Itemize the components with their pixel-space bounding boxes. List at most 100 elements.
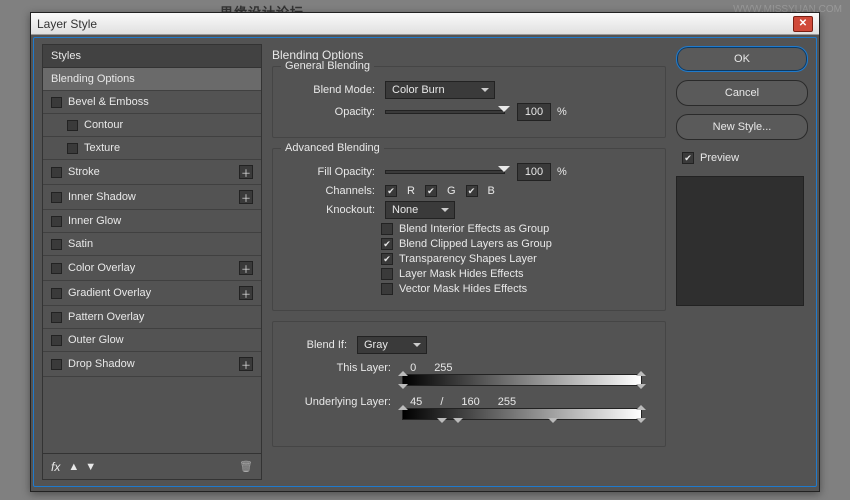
style-label: Drop Shadow — [68, 358, 135, 370]
blendif-label: Blend If: — [283, 339, 347, 351]
window-title: Layer Style — [37, 17, 97, 31]
underlying-layer-gradient[interactable] — [402, 408, 642, 420]
style-item-texture[interactable]: Texture — [43, 137, 261, 160]
fill-opacity-slider[interactable] — [385, 170, 505, 174]
style-item-drop-shadow[interactable]: Drop Shadow ＋ — [43, 352, 261, 377]
general-legend: General Blending — [281, 60, 374, 72]
style-checkbox[interactable] — [51, 167, 62, 178]
blend-mode-label: Blend Mode: — [283, 84, 375, 96]
titlebar[interactable]: Layer Style ✕ — [31, 13, 819, 35]
style-checkbox[interactable] — [67, 143, 78, 154]
fill-opacity-unit: % — [557, 166, 567, 178]
close-button[interactable]: ✕ — [793, 16, 813, 32]
option-label: Blend Clipped Layers as Group — [399, 238, 552, 250]
advanced-blending-group: Advanced Blending Fill Opacity: 100 % Ch… — [272, 148, 666, 311]
style-label: Bevel & Emboss — [68, 96, 149, 108]
style-checkbox[interactable] — [67, 120, 78, 131]
general-blending-group: General Blending Blend Mode: Color Burn … — [272, 66, 666, 138]
fill-opacity-label: Fill Opacity: — [283, 166, 375, 178]
preview-label: Preview — [700, 152, 739, 164]
style-item-inner-shadow[interactable]: Inner Shadow ＋ — [43, 185, 261, 210]
style-checkbox[interactable] — [51, 263, 62, 274]
underlying-layer-values: 45/160255 — [410, 396, 516, 408]
style-checkbox[interactable] — [51, 335, 62, 346]
add-effect-icon[interactable]: ＋ — [239, 261, 253, 275]
knockout-select[interactable]: None — [385, 201, 455, 219]
style-checkbox[interactable] — [51, 239, 62, 250]
underlying-layer-label: Underlying Layer: — [283, 396, 391, 408]
style-label: Outer Glow — [68, 334, 124, 346]
style-item-inner-glow[interactable]: Inner Glow — [43, 210, 261, 233]
opacity-unit: % — [557, 106, 567, 118]
style-checkbox[interactable] — [51, 288, 62, 299]
style-item-blending-options[interactable]: Blending Options — [43, 68, 261, 91]
add-effect-icon[interactable]: ＋ — [239, 190, 253, 204]
style-checkbox[interactable] — [51, 192, 62, 203]
fx-menu[interactable]: fx — [51, 460, 60, 474]
style-checkbox[interactable] — [51, 312, 62, 323]
styles-footer: fx ▲ ▼ 🗑 — [42, 454, 262, 480]
style-item-satin[interactable]: Satin — [43, 233, 261, 256]
move-up-icon[interactable]: ▲ — [68, 461, 79, 473]
add-effect-icon[interactable]: ＋ — [239, 357, 253, 371]
preview-swatch — [676, 176, 804, 306]
style-label: Satin — [68, 238, 93, 250]
advanced-legend: Advanced Blending — [281, 142, 384, 154]
fill-opacity-input[interactable]: 100 — [517, 163, 551, 181]
move-down-icon[interactable]: ▼ — [85, 461, 96, 473]
style-item-contour[interactable]: Contour — [43, 114, 261, 137]
style-checkbox[interactable] — [51, 216, 62, 227]
option-checkbox[interactable] — [381, 268, 393, 280]
trash-icon[interactable]: 🗑 — [239, 460, 253, 473]
style-item-bevel-emboss[interactable]: Bevel & Emboss — [43, 91, 261, 114]
blend-mode-select[interactable]: Color Burn — [385, 81, 495, 99]
this-layer-values: 0255 — [410, 362, 452, 374]
cancel-button[interactable]: Cancel — [676, 80, 808, 106]
knockout-label: Knockout: — [283, 204, 375, 216]
option-checkbox[interactable] — [381, 223, 393, 235]
opacity-label: Opacity: — [283, 106, 375, 118]
option-label: Vector Mask Hides Effects — [399, 283, 527, 295]
opacity-slider[interactable] — [385, 110, 505, 114]
add-effect-icon[interactable]: ＋ — [239, 165, 253, 179]
style-label: Inner Shadow — [68, 191, 136, 203]
layer-style-dialog: Layer Style ✕ Styles Blending Options Bev… — [30, 12, 820, 492]
blend-if-group: Blend If: Gray This Layer: 0255 Underlyi… — [272, 321, 666, 447]
style-label: Pattern Overlay — [68, 311, 144, 323]
option-checkbox[interactable] — [381, 283, 393, 295]
this-layer-gradient[interactable] — [402, 374, 642, 386]
new-style-button[interactable]: New Style... — [676, 114, 808, 140]
style-checkbox[interactable] — [51, 97, 62, 108]
option-label: Blend Interior Effects as Group — [399, 223, 549, 235]
options-panel: Blending Options General Blending Blend … — [270, 44, 668, 480]
channel-r-checkbox[interactable] — [385, 185, 397, 197]
preview-checkbox[interactable] — [682, 152, 694, 164]
ok-button[interactable]: OK — [676, 46, 808, 72]
this-layer-label: This Layer: — [283, 362, 391, 374]
style-label: Texture — [84, 142, 120, 154]
style-item-pattern-overlay[interactable]: Pattern Overlay — [43, 306, 261, 329]
style-label: Gradient Overlay — [68, 287, 151, 299]
styles-panel: Styles Blending Options Bevel & Emboss Con… — [42, 44, 262, 480]
styles-header[interactable]: Styles — [43, 45, 261, 68]
opacity-input[interactable]: 100 — [517, 103, 551, 121]
option-label: Transparency Shapes Layer — [399, 253, 537, 265]
channels-label: Channels: — [283, 185, 375, 197]
add-effect-icon[interactable]: ＋ — [239, 286, 253, 300]
channel-g-checkbox[interactable] — [425, 185, 437, 197]
dialog-buttons: OK Cancel New Style... Preview — [676, 44, 808, 480]
style-label: Inner Glow — [68, 215, 121, 227]
style-item-outer-glow[interactable]: Outer Glow — [43, 329, 261, 352]
style-label: Stroke — [68, 166, 100, 178]
style-label: Blending Options — [51, 73, 135, 85]
style-item-gradient-overlay[interactable]: Gradient Overlay ＋ — [43, 281, 261, 306]
option-checkbox[interactable] — [381, 253, 393, 265]
style-item-stroke[interactable]: Stroke ＋ — [43, 160, 261, 185]
channel-b-checkbox[interactable] — [466, 185, 478, 197]
blendif-select[interactable]: Gray — [357, 336, 427, 354]
style-checkbox[interactable] — [51, 359, 62, 370]
option-checkbox[interactable] — [381, 238, 393, 250]
style-label: Color Overlay — [68, 262, 135, 274]
style-label: Contour — [84, 119, 123, 131]
style-item-color-overlay[interactable]: Color Overlay ＋ — [43, 256, 261, 281]
